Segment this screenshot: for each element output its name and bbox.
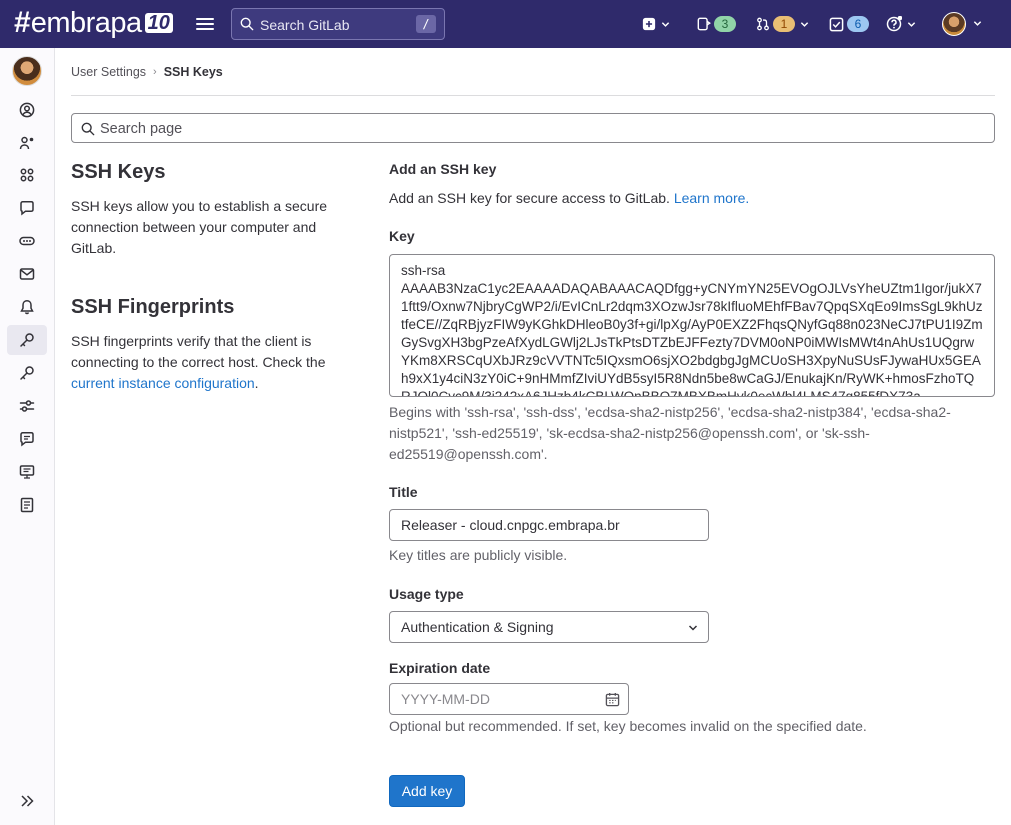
create-new-button[interactable] bbox=[642, 14, 670, 34]
fingerprints-text: SSH fingerprints verify that the client … bbox=[71, 333, 326, 370]
merge-requests-button[interactable]: 1 bbox=[756, 14, 809, 34]
logo-name: embrapa bbox=[30, 7, 142, 39]
search-placeholder: Search GitLab bbox=[260, 17, 350, 33]
form-intro-text: Add an SSH key for secure access to GitL… bbox=[389, 190, 674, 206]
logo-hash: # bbox=[14, 6, 31, 39]
issues-count-badge: 3 bbox=[714, 16, 736, 32]
key-label: Key bbox=[389, 228, 415, 244]
sidebar-item-account[interactable] bbox=[7, 128, 47, 158]
top-bar: # embrapa 10 Search GitLab / 3 1 6 bbox=[0, 0, 1011, 48]
merge-request-icon bbox=[757, 17, 769, 31]
mail-icon bbox=[19, 268, 35, 280]
sidebar-item-profile[interactable] bbox=[7, 95, 47, 125]
title-input-value: Releaser - cloud.cnpgc.embrapa.br bbox=[401, 517, 620, 533]
expiration-date-label: Expiration date bbox=[389, 660, 491, 676]
key-icon bbox=[20, 366, 34, 380]
form-heading: Add an SSH key bbox=[389, 161, 497, 177]
chevron-right-icon: › bbox=[153, 66, 157, 78]
expiration-date-input[interactable]: YYYY-MM-DD bbox=[389, 683, 629, 715]
chevron-down-icon bbox=[907, 21, 916, 27]
issues-button[interactable]: 3 bbox=[697, 14, 736, 34]
todos-button[interactable]: 6 bbox=[829, 14, 869, 34]
token-icon bbox=[19, 236, 35, 246]
ssh-keys-title: SSH Keys bbox=[71, 161, 166, 183]
sidebar-item-ssh-keys[interactable] bbox=[7, 325, 47, 355]
todos-count-badge: 6 bbox=[847, 16, 869, 32]
monitor-icon bbox=[19, 465, 35, 479]
search-icon bbox=[240, 17, 254, 31]
breadcrumb-current[interactable]: SSH Keys bbox=[164, 65, 223, 79]
key-textarea[interactable]: ssh-rsa AAAAB3NzaC1yc2EAAAADAQABAAACAQDf… bbox=[389, 254, 995, 397]
ssh-fingerprints-section: SSH Fingerprints SSH fingerprints verify… bbox=[71, 296, 351, 394]
search-icon bbox=[81, 122, 95, 136]
sidebar-item-gpg-keys[interactable] bbox=[7, 358, 47, 388]
sidebar-item-chat[interactable] bbox=[7, 193, 47, 223]
search-page-input[interactable]: Search page bbox=[71, 113, 995, 143]
fingerprints-suffix: . bbox=[254, 375, 259, 391]
add-key-button[interactable]: Add key bbox=[389, 775, 465, 807]
menu-icon[interactable] bbox=[196, 15, 214, 33]
sidebar-item-active-sessions[interactable] bbox=[7, 457, 47, 487]
sidebar-item-emails[interactable] bbox=[7, 259, 47, 289]
user-avatar[interactable] bbox=[942, 12, 966, 36]
notifications-icon bbox=[20, 300, 34, 315]
sidebar-item-audit-log[interactable] bbox=[7, 490, 47, 520]
header-divider bbox=[71, 95, 995, 96]
ssh-fingerprints-title: SSH Fingerprints bbox=[71, 296, 235, 318]
log-icon bbox=[20, 497, 34, 513]
profile-icon bbox=[19, 102, 35, 118]
comment-icon bbox=[20, 201, 34, 216]
breadcrumb-parent[interactable]: User Settings bbox=[71, 65, 146, 79]
chevron-down-icon bbox=[661, 21, 670, 27]
global-search-input[interactable]: Search GitLab / bbox=[231, 8, 445, 40]
help-icon bbox=[886, 16, 902, 32]
key-help-text: Begins with 'ssh-rsa', 'ssh-dss', 'ecdsa… bbox=[389, 404, 951, 462]
title-help-text: Key titles are publicly visible. bbox=[389, 547, 568, 563]
usage-type-value: Authentication & Signing bbox=[401, 619, 554, 635]
sidebar-item-preferences[interactable] bbox=[7, 391, 47, 421]
key-value-prefix: ssh-rsa bbox=[401, 263, 446, 278]
todo-check-icon bbox=[829, 17, 844, 31]
title-input[interactable]: Releaser - cloud.cnpgc.embrapa.br bbox=[389, 509, 709, 541]
sidebar-avatar[interactable] bbox=[12, 56, 42, 86]
usage-type-label: Usage type bbox=[389, 586, 464, 602]
ssh-fingerprints-description: SSH fingerprints verify that the client … bbox=[71, 331, 351, 394]
applications-icon bbox=[20, 168, 34, 182]
chevron-down-icon bbox=[800, 21, 809, 27]
ssh-keys-section: SSH Keys SSH keys allow you to establish… bbox=[71, 161, 351, 259]
issues-icon bbox=[697, 17, 711, 31]
sidebar-item-applications[interactable] bbox=[7, 160, 47, 190]
breadcrumb: User Settings › SSH Keys bbox=[71, 65, 223, 79]
key-icon bbox=[20, 333, 34, 347]
chevron-down-icon[interactable] bbox=[973, 19, 982, 28]
search-page-placeholder: Search page bbox=[100, 121, 183, 137]
settings-sidebar bbox=[0, 48, 55, 825]
expiration-date-placeholder: YYYY-MM-DD bbox=[401, 691, 490, 707]
expiration-help-text: Optional but recommended. If set, key be… bbox=[389, 718, 867, 734]
instance-configuration-link[interactable]: current instance configuration bbox=[71, 375, 255, 391]
sidebar-item-access-tokens[interactable] bbox=[7, 226, 47, 256]
comment-lines-icon bbox=[20, 432, 34, 447]
chevron-down-icon bbox=[688, 625, 698, 631]
preferences-icon bbox=[19, 400, 35, 412]
usage-type-select[interactable]: Authentication & Signing bbox=[389, 611, 709, 643]
title-label: Title bbox=[389, 484, 418, 500]
search-shortcut-badge: / bbox=[416, 15, 436, 33]
merge-requests-count-badge: 1 bbox=[773, 16, 795, 32]
form-intro: Add an SSH key for secure access to GitL… bbox=[389, 188, 995, 209]
learn-more-link[interactable]: Learn more. bbox=[674, 190, 749, 206]
sidebar-item-comment-templates[interactable] bbox=[7, 424, 47, 454]
brand-logo[interactable]: # embrapa 10 bbox=[14, 8, 173, 38]
collapse-sidebar-icon[interactable] bbox=[20, 795, 34, 807]
key-value-body: AAAAB3NzaC1yc2EAAAADAQABAAACAQDfgg+yCNYm… bbox=[401, 281, 983, 397]
plus-square-icon bbox=[642, 17, 656, 31]
calendar-icon[interactable] bbox=[605, 692, 620, 707]
user-settings-icon bbox=[19, 136, 34, 150]
logo-badge: 10 bbox=[144, 13, 173, 33]
help-button[interactable] bbox=[886, 14, 916, 34]
ssh-keys-description: SSH keys allow you to establish a secure… bbox=[71, 198, 328, 256]
sidebar-item-notifications[interactable] bbox=[7, 292, 47, 322]
